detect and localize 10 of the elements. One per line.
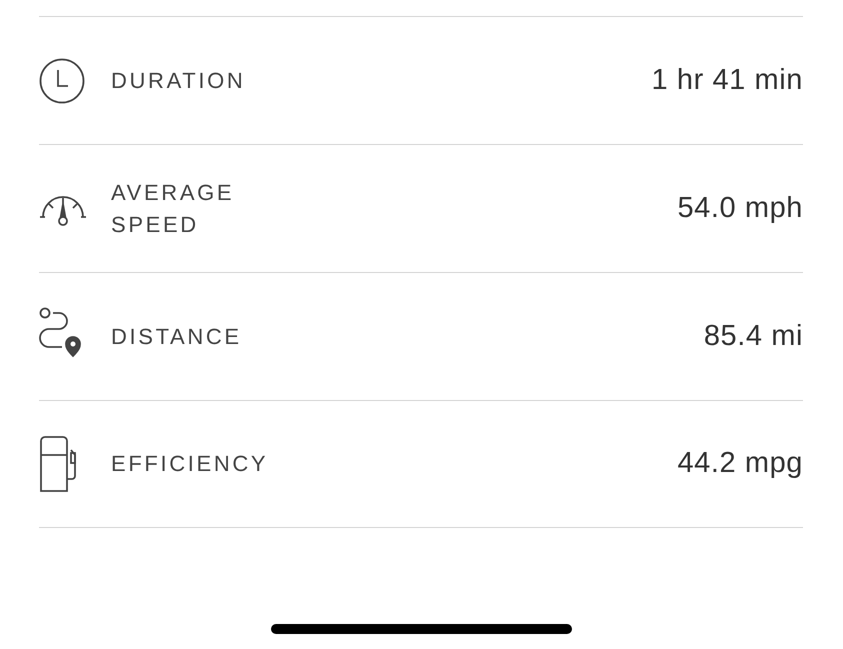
stat-value: 44.2 mpg [677, 446, 803, 482]
fuel-pump-icon [39, 435, 79, 493]
stat-value: 1 hr 41 min [652, 62, 803, 98]
stat-label: AVERAGE SPEED [111, 178, 234, 238]
stat-value: 54.0 mph [677, 190, 803, 226]
stat-label: DISTANCE [111, 322, 242, 350]
stat-value: 85.4 mi [704, 318, 803, 354]
clock-icon [39, 58, 85, 104]
stat-label: DURATION [111, 66, 246, 94]
stat-label: EFFICIENCY [111, 450, 268, 478]
